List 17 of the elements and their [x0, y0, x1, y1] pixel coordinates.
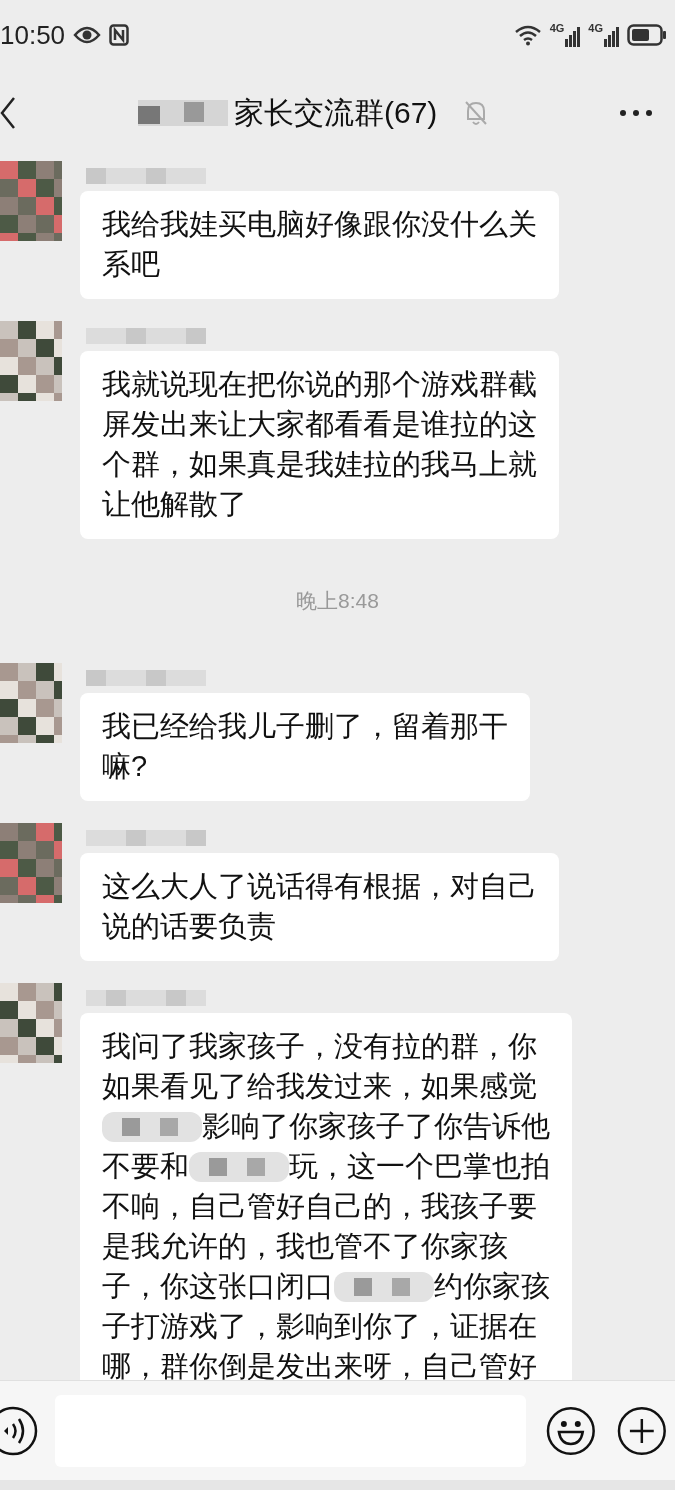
emoji-icon[interactable] — [545, 1405, 596, 1456]
wifi-icon — [513, 24, 542, 46]
status-time: 10:50 — [0, 18, 66, 52]
message-bubble: 我就说现在把你说的那个游戏群截 屏发出来让大家都看看是谁拉的这 个群，如果真是我娃拉的我马上就 让他解散了 — [80, 351, 559, 539]
back-icon[interactable] — [0, 95, 18, 130]
message-bubble: 我问了我家孩子，没有拉的群，你 如果看见了给我发过来，如果感觉 影响了你家孩子了你告诉他 不要和 玩，这一个巴掌也拍 不响，自己管好自己的，我孩子要 是我允许的，我也管不了你家孩 子，你这张口闭口 约你家孩 子打游戏了，影响到你了，证据在 哪，群你倒是发出来呀，自己管好 — [80, 1012, 572, 1380]
battery-icon — [627, 24, 667, 46]
message-bubble: 这么大人了说话得有根据，对自己 说的话要负责 — [80, 852, 559, 961]
plus-icon[interactable] — [617, 1405, 667, 1456]
timestamp: 晚上8:48 — [296, 588, 379, 614]
message-bubble: 我已经给我儿子删了，留着那干 嘛? — [80, 692, 530, 801]
chat-title: 家长交流群(67) — [234, 95, 438, 131]
eye-icon — [73, 25, 102, 45]
message-bubble: 我给我娃买电脑好像跟你没什么关 系吧 — [80, 191, 559, 299]
nfc-icon — [109, 24, 130, 46]
more-icon[interactable] — [619, 108, 653, 117]
voice-icon[interactable] — [0, 1405, 38, 1456]
